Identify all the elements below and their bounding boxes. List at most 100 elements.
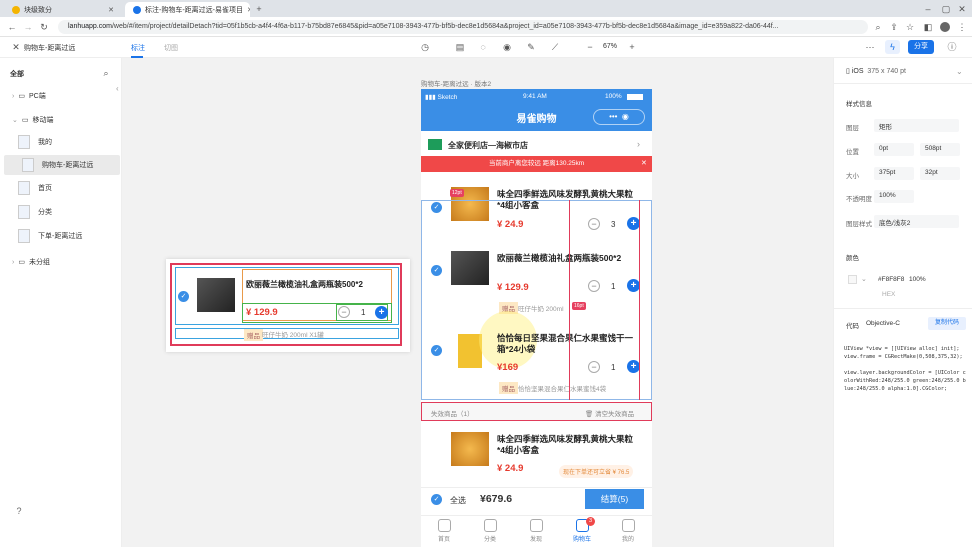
profile-icon bbox=[621, 519, 635, 532]
gift-tag: 赠品 bbox=[244, 329, 263, 341]
page-thumbnail bbox=[18, 135, 30, 149]
eyedropper-icon[interactable]: ⟋ bbox=[549, 41, 561, 53]
code-section-title: 代码 bbox=[846, 323, 859, 330]
select-all-checkbox-icon[interactable]: ✓ bbox=[431, 494, 442, 505]
close-tab-icon[interactable]: ✕ bbox=[108, 6, 114, 14]
comment-icon[interactable]: ◌ bbox=[477, 41, 489, 53]
group-label: 移动端 bbox=[32, 117, 54, 124]
notes-icon[interactable]: ▤ bbox=[454, 41, 466, 53]
more-icon[interactable]: ⋯ bbox=[864, 41, 876, 53]
battery-icon bbox=[627, 94, 643, 100]
sidebar-group-ungrouped[interactable]: › ▭ 未分组 bbox=[0, 252, 122, 272]
capsule-menu-icon[interactable]: ••• ◉ bbox=[593, 109, 645, 125]
layer-value: 矩形 bbox=[874, 119, 959, 132]
tab-label: 我的 bbox=[621, 537, 634, 543]
group-label: PC端 bbox=[28, 93, 46, 100]
checkbox-checked-icon[interactable]: ✓ bbox=[178, 291, 189, 302]
distance-warning-banner: 当前商户离您较远 距离130.25km bbox=[421, 156, 652, 172]
tab-slices[interactable]: 切图 bbox=[164, 43, 178, 53]
size-label: 大小 bbox=[846, 173, 859, 180]
history-icon[interactable]: ◷ bbox=[419, 41, 431, 53]
component-preview-card[interactable]: ✓ 欧丽薇兰橄榄油礼盒两瓶装500*2 ¥ 129.9 − 1 + 赠品 旺仔牛… bbox=[166, 259, 410, 352]
device-size: 375 x 740 pt bbox=[867, 68, 906, 75]
close-tab-icon[interactable]: ✕ bbox=[247, 6, 250, 14]
layer-style-label: 图层样式 bbox=[846, 221, 872, 228]
clear-label: 清空失效商品 bbox=[595, 411, 635, 418]
tab-category[interactable]: 分类 bbox=[467, 519, 513, 547]
phone-artboard[interactable]: ▮▮▮ Sketch 9:41 AM 100% 易雀购物 ••• ◉ 全家便利店… bbox=[421, 89, 652, 547]
share-button[interactable]: 分享 bbox=[908, 40, 934, 54]
section-title: 样式信息 bbox=[846, 101, 872, 108]
sidebar-group-mobile[interactable]: ⌄ ▭ 移动端 bbox=[0, 110, 122, 130]
sidebar-group-pc[interactable]: › ▭ PC端 bbox=[0, 86, 122, 106]
reload-icon[interactable]: ↻ bbox=[38, 21, 50, 33]
url-path: /web/#/item/project/detailDetach?tid=05f… bbox=[111, 23, 779, 30]
sidebar-page-cart-selected[interactable]: 购物车-距离过远 bbox=[4, 155, 120, 175]
tab-discover[interactable]: 发现 bbox=[513, 519, 559, 547]
divider bbox=[834, 83, 972, 84]
browser-tab-active[interactable]: 标注-购物车-距离过远-易雀项目 ✕ bbox=[125, 2, 250, 17]
eye-icon[interactable]: ◉ bbox=[501, 41, 513, 53]
store-name: 全家便利店—海椒市店 bbox=[448, 141, 528, 150]
tab-favicon-icon bbox=[12, 5, 20, 14]
browser-tab-bar: 块级致分 ✕ 标注-购物车-距离过远-易雀项目 ✕ + – ▢ ✕ bbox=[0, 0, 972, 17]
chevron-down-icon[interactable]: ⌄ bbox=[861, 275, 867, 283]
tab-cart-active[interactable]: 购物车 3 bbox=[559, 517, 605, 547]
new-tab-icon[interactable]: + bbox=[253, 3, 265, 15]
sidebar-page-mine[interactable]: 我的 bbox=[0, 132, 122, 152]
profile-avatar[interactable] bbox=[940, 22, 950, 32]
page-thumbnail bbox=[18, 229, 30, 243]
chevron-down-icon[interactable]: ⌄ bbox=[956, 67, 963, 76]
page-tree-sidebar: 全部 ⌕ ‹ › ▭ PC端 ⌄ ▭ 移动端 我的 购物车-距离过远 首页 分类 下单-… bbox=[0, 58, 122, 547]
back-icon[interactable]: ← bbox=[6, 21, 18, 33]
tab-home[interactable]: 首页 bbox=[421, 519, 467, 547]
tab-mine[interactable]: 我的 bbox=[605, 519, 651, 547]
zoom-in-icon[interactable]: + bbox=[626, 41, 638, 53]
page-thumbnail bbox=[18, 181, 30, 195]
bookmark-star-icon[interactable]: ☆ bbox=[904, 21, 916, 33]
help-button[interactable]: ? bbox=[12, 506, 26, 520]
checkout-button[interactable]: 结算(5) bbox=[585, 489, 644, 509]
sidebar-page-order[interactable]: 下单-距离过远 bbox=[0, 226, 122, 246]
opacity-label: 不透明度 bbox=[846, 196, 872, 203]
search-icon[interactable]: ⌕ bbox=[100, 67, 112, 79]
sidebar-header: 全部 bbox=[10, 71, 24, 78]
clear-invalid-button[interactable]: 🗑 清空失效商品 bbox=[585, 408, 634, 418]
browser-menu-icon[interactable]: ⋮ bbox=[956, 21, 968, 33]
tab-label: 分类 bbox=[483, 537, 496, 543]
chevron-right-icon[interactable]: › bbox=[637, 139, 640, 149]
olive-oil-product-image bbox=[197, 278, 235, 312]
close-panel-icon[interactable]: ✕ bbox=[10, 41, 22, 53]
close-window-icon[interactable]: ✕ bbox=[956, 3, 968, 15]
discover-icon bbox=[529, 519, 543, 532]
url-field[interactable]: lanhuapp.com/web/#/item/project/detailDe… bbox=[58, 20, 868, 34]
qty-value: 1 bbox=[361, 308, 366, 317]
position-y: 508pt bbox=[920, 143, 960, 156]
store-logo-icon bbox=[428, 139, 442, 150]
page-label: 我的 bbox=[38, 139, 52, 146]
increase-qty-button[interactable]: + bbox=[375, 306, 388, 319]
zoom-icon[interactable]: ⌕ bbox=[872, 21, 884, 33]
forward-icon[interactable]: → bbox=[22, 21, 34, 33]
close-banner-icon[interactable]: ✕ bbox=[641, 159, 647, 167]
code-language-select[interactable]: Objective-C bbox=[866, 320, 900, 327]
copy-code-button[interactable]: 复制代码 bbox=[928, 317, 966, 330]
tab-label: 购物车 bbox=[572, 537, 591, 543]
browser-tab[interactable]: 块级致分 ✕ bbox=[4, 2, 122, 17]
share-page-icon[interactable]: ⇪ bbox=[888, 21, 900, 33]
tab-annotate[interactable]: 标注 bbox=[131, 43, 145, 53]
sidebar-page-category[interactable]: 分类 bbox=[0, 202, 122, 222]
minimize-icon[interactable]: – bbox=[922, 3, 934, 15]
pen-icon[interactable]: ✎ bbox=[525, 41, 537, 53]
zoom-out-icon[interactable]: − bbox=[584, 41, 596, 53]
sidepanel-icon[interactable]: ◧ bbox=[922, 21, 934, 33]
maximize-icon[interactable]: ▢ bbox=[940, 3, 952, 15]
decrease-qty-button[interactable]: − bbox=[338, 306, 350, 318]
sidebar-page-home[interactable]: 首页 bbox=[0, 178, 122, 198]
info-icon[interactable]: ⓘ bbox=[946, 41, 958, 53]
product-price: ¥ 129.9 bbox=[246, 307, 278, 318]
flash-icon[interactable]: ϟ bbox=[885, 40, 900, 54]
trash-icon: 🗑 bbox=[585, 411, 594, 418]
color-mode[interactable]: HEX bbox=[882, 291, 895, 298]
device-selector[interactable]: ▯ iOS 375 x 740 pt bbox=[846, 67, 906, 75]
